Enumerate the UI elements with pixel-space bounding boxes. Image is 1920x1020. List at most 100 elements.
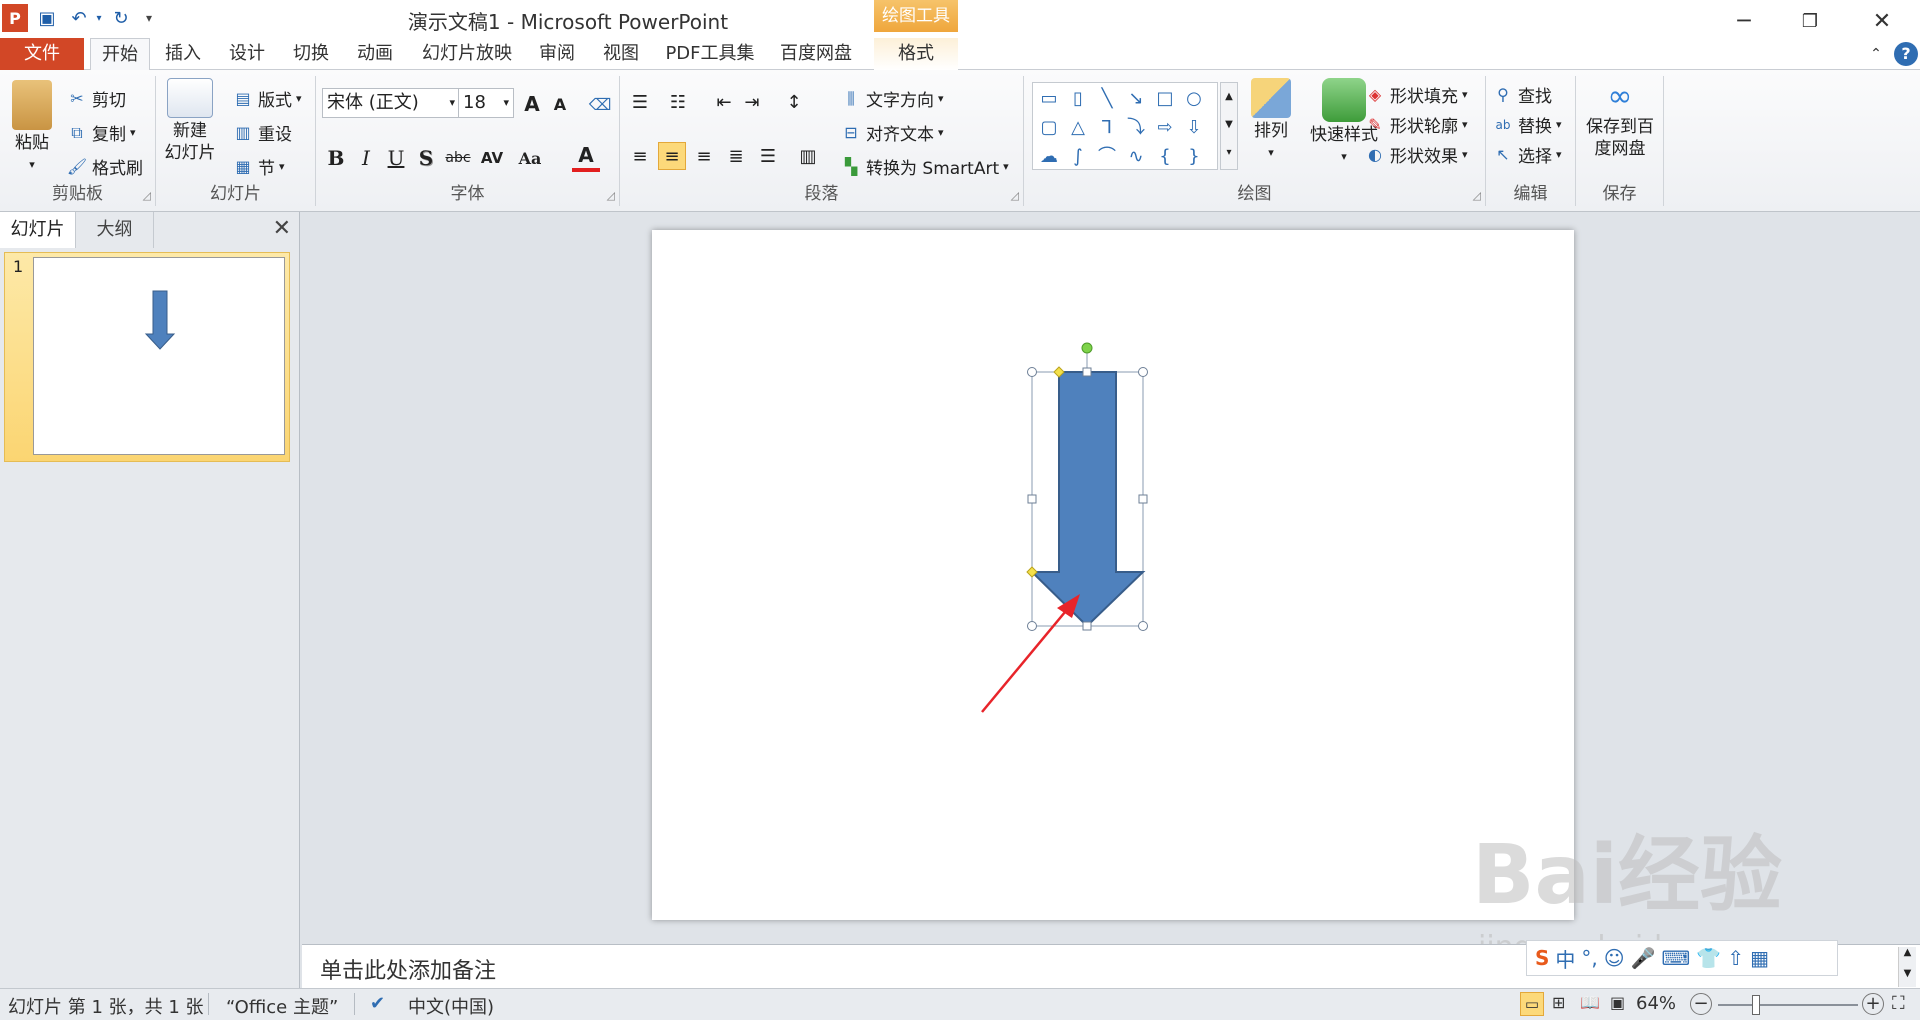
help-icon[interactable]: ?: [1894, 42, 1918, 66]
down-arrow-shape-icon[interactable]: ⇩: [1180, 114, 1208, 142]
tab-slideshow[interactable]: 幻灯片放映: [416, 38, 518, 70]
resize-handle-left[interactable]: [1027, 494, 1037, 504]
underline-icon[interactable]: U: [382, 144, 410, 172]
arrow-line-shape-icon[interactable]: ↘: [1122, 85, 1150, 113]
resize-handle-right[interactable]: [1138, 494, 1148, 504]
font-name-combo[interactable]: 宋体 (正文) ▾: [322, 88, 460, 118]
language-status[interactable]: 中文(中国): [408, 993, 494, 1019]
resize-handle-bottom[interactable]: [1082, 621, 1092, 631]
elbow-connector-shape-icon[interactable]: ⅂: [1093, 114, 1121, 142]
notes-placeholder[interactable]: 单击此处添加备注: [320, 953, 496, 985]
zoom-out-icon[interactable]: −: [1690, 993, 1712, 1015]
collapse-ribbon-icon[interactable]: ⌃: [1864, 38, 1888, 70]
tab-review[interactable]: 审阅: [532, 38, 582, 70]
clipboard-launcher-icon[interactable]: ◿: [143, 189, 151, 202]
notes-scrollbar[interactable]: ▲ ▼: [1898, 947, 1916, 987]
distributed-icon[interactable]: ☰: [754, 142, 782, 170]
textbox-shape-icon[interactable]: ▭: [1035, 85, 1063, 113]
right-arrow-shape-icon[interactable]: ⇨: [1151, 114, 1179, 142]
reset-button[interactable]: ▥ 重设: [232, 120, 292, 145]
save-to-baidu-button[interactable]: ∞ 保存到百 度网盘: [1578, 80, 1662, 160]
tab-format[interactable]: 格式: [874, 38, 958, 70]
shape-effects-button[interactable]: ◐ 形状效果 ▾: [1364, 142, 1468, 167]
slide-thumbnail[interactable]: [33, 257, 285, 455]
ime-toolbar[interactable]: S 中 °, ☺ 🎤 ⌨ 👕 ⇧ ▦: [1526, 940, 1838, 976]
font-launcher-icon[interactable]: ◿: [607, 189, 615, 202]
zoom-in-icon[interactable]: +: [1862, 993, 1884, 1015]
slide-thumbnail-item[interactable]: 1: [4, 252, 290, 462]
theme-status[interactable]: “Office 主题”: [226, 993, 338, 1019]
font-size-combo[interactable]: 18 ▾: [458, 88, 514, 118]
rectangle-shape-icon[interactable]: □: [1151, 85, 1179, 113]
triangle-shape-icon[interactable]: △: [1064, 114, 1092, 142]
font-name-dropdown-icon[interactable]: ▾: [449, 89, 455, 117]
cut-button[interactable]: ✂ 剪切: [66, 86, 126, 111]
arrange-button[interactable]: 排列 ▾: [1246, 78, 1296, 164]
align-text-button[interactable]: ⊟ 对齐文本 ▾: [840, 120, 943, 145]
tab-transitions[interactable]: 切换: [286, 38, 336, 70]
zoom-level[interactable]: 64%: [1636, 993, 1676, 1014]
section-button[interactable]: ▦ 节 ▾: [232, 154, 284, 179]
spell-check-icon[interactable]: ✔: [370, 993, 385, 1014]
strikethrough-icon[interactable]: abc: [444, 144, 472, 172]
notes-scroll-up-icon[interactable]: ▲: [1899, 947, 1916, 958]
ime-voice-icon[interactable]: 🎤: [1631, 946, 1656, 970]
paragraph-launcher-icon[interactable]: ◿: [1011, 189, 1019, 202]
slide-canvas[interactable]: [652, 230, 1574, 920]
ime-emoji-icon[interactable]: ☺: [1604, 946, 1625, 970]
normal-view-icon[interactable]: ▭: [1520, 992, 1544, 1016]
resize-handle-top[interactable]: [1082, 367, 1092, 377]
format-painter-button[interactable]: 🖌 格式刷: [66, 154, 143, 179]
resize-handle-top-right[interactable]: [1138, 367, 1148, 377]
columns-icon[interactable]: ▥: [794, 142, 822, 170]
line-shape-icon[interactable]: ╲: [1093, 85, 1121, 113]
notes-scroll-down-icon[interactable]: ▼: [1899, 968, 1916, 979]
shapes-gallery[interactable]: ▭ ▯ ╲ ↘ □ ○ ▢ △ ⅂ ⤵ ⇨ ⇩ ☁ ∫ ⌒ ∿{}: [1032, 82, 1218, 170]
vertical-textbox-shape-icon[interactable]: ▯: [1064, 85, 1092, 113]
sogou-ime-icon[interactable]: S: [1535, 946, 1549, 970]
italic-icon[interactable]: I: [352, 144, 380, 172]
cloud-shape-icon[interactable]: ☁: [1035, 143, 1063, 171]
drawing-launcher-icon[interactable]: ◿: [1473, 189, 1481, 202]
elbow-arrow-shape-icon[interactable]: ⤵: [1122, 114, 1150, 142]
tab-pdf-tools[interactable]: PDF工具集: [662, 38, 758, 70]
tab-home[interactable]: 开始: [90, 38, 150, 71]
slideshow-view-icon[interactable]: ▣: [1610, 993, 1625, 1012]
scroll-up-icon[interactable]: ▲: [1221, 83, 1237, 111]
right-brace-shape-icon[interactable]: }: [1180, 143, 1208, 171]
slide-sorter-icon[interactable]: ⊞: [1552, 993, 1565, 1012]
gallery-more-icon[interactable]: ▾: [1221, 139, 1237, 167]
align-right-icon[interactable]: ≡: [690, 142, 718, 170]
restore-icon[interactable]: ❐: [1782, 4, 1838, 38]
shape-outline-button[interactable]: ✎ 形状轮廓 ▾: [1364, 112, 1467, 137]
tab-file[interactable]: 文件: [0, 38, 84, 70]
font-size-dropdown-icon[interactable]: ▾: [503, 89, 509, 117]
clear-formatting-icon[interactable]: ⌫: [586, 90, 614, 118]
align-center-icon[interactable]: ≡: [658, 142, 686, 170]
shape-fill-button[interactable]: ◈ 形状填充 ▾: [1364, 82, 1468, 107]
left-brace-shape-icon[interactable]: {: [1151, 143, 1179, 171]
arc-shape-icon[interactable]: ⌒: [1093, 143, 1121, 171]
find-button[interactable]: ⚲ 查找: [1492, 82, 1552, 107]
resize-handle-top-left[interactable]: [1027, 367, 1037, 377]
convert-smartart-button[interactable]: ▚ 转换为 SmartArt ▾: [840, 154, 1009, 179]
shrink-font-icon[interactable]: A: [546, 90, 574, 118]
freeform-shape-icon[interactable]: ∿: [1122, 143, 1150, 171]
zoom-slider-track[interactable]: [1718, 1004, 1858, 1006]
font-color-icon[interactable]: A: [572, 142, 600, 172]
ime-skin-icon[interactable]: 👕: [1696, 946, 1721, 970]
rotation-handle[interactable]: [1081, 342, 1093, 354]
tab-insert[interactable]: 插入: [158, 38, 208, 70]
layout-button[interactable]: ▤ 版式 ▾: [232, 86, 301, 111]
down-arrow-shape[interactable]: [1029, 371, 1146, 628]
tab-animations[interactable]: 动画: [350, 38, 400, 70]
paste-button[interactable]: 粘贴 ▾: [6, 80, 58, 176]
select-button[interactable]: ↖ 选择 ▾: [1492, 142, 1561, 167]
ime-upload-icon[interactable]: ⇧: [1727, 946, 1744, 970]
text-shadow-icon[interactable]: S: [412, 144, 440, 172]
scroll-down-icon[interactable]: ▼: [1221, 111, 1237, 139]
fit-to-window-icon[interactable]: ⛶: [1892, 993, 1905, 1014]
zoom-slider-thumb[interactable]: [1752, 995, 1760, 1015]
rounded-rectangle-shape-icon[interactable]: ▢: [1035, 114, 1063, 142]
numbering-icon[interactable]: ☷: [664, 88, 692, 116]
